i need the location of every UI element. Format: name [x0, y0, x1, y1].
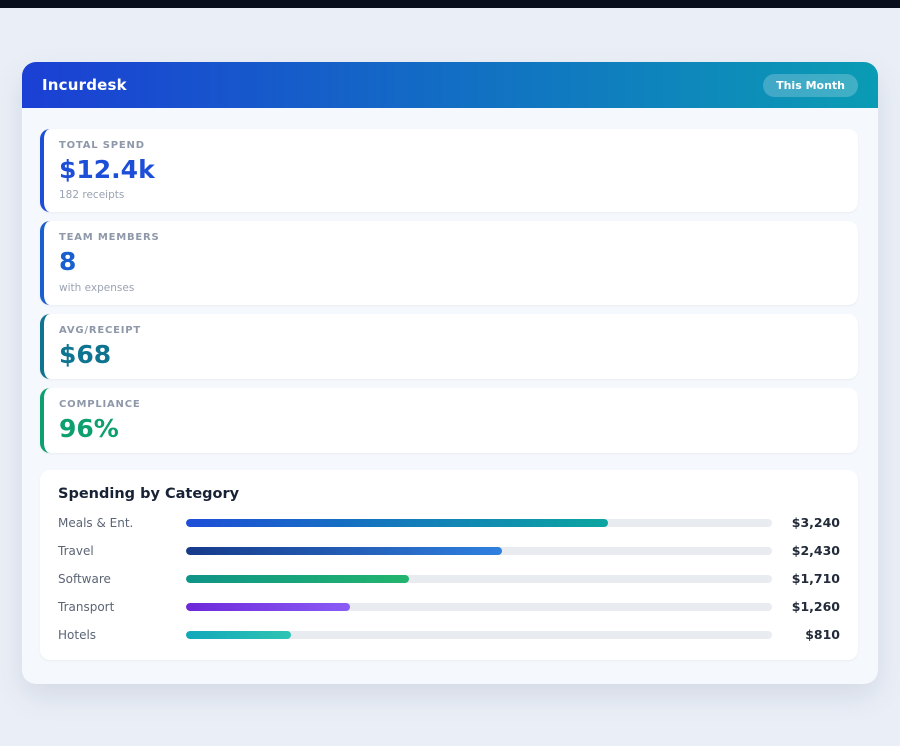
- app-title: Incurdesk: [42, 76, 127, 94]
- stat-value: 96%: [59, 416, 842, 442]
- stat-card-avg-receipt: AVG/RECEIPT $68: [40, 314, 858, 379]
- dashboard-body: TOTAL SPEND $12.4k 182 receipts TEAM MEM…: [22, 108, 878, 680]
- category-label: Travel: [58, 544, 178, 558]
- bar-fill: [186, 603, 350, 611]
- stat-label: TEAM MEMBERS: [59, 232, 842, 243]
- stat-label: AVG/RECEIPT: [59, 325, 842, 336]
- category-value: $2,430: [780, 543, 840, 558]
- stat-sub: with expenses: [59, 282, 842, 294]
- bar-track: [186, 519, 772, 527]
- chart-row: Hotels $810: [58, 627, 840, 642]
- spending-by-category-card: Spending by Category Meals & Ent. $3,240…: [40, 470, 858, 660]
- bar-track: [186, 575, 772, 583]
- bar-track: [186, 603, 772, 611]
- category-label: Software: [58, 572, 178, 586]
- stat-card-total-spend: TOTAL SPEND $12.4k 182 receipts: [40, 129, 858, 212]
- bar-track: [186, 547, 772, 555]
- category-value: $810: [780, 627, 840, 642]
- category-label: Hotels: [58, 628, 178, 642]
- bar-fill: [186, 547, 502, 555]
- stat-label: TOTAL SPEND: [59, 140, 842, 151]
- bar-fill: [186, 631, 291, 639]
- period-badge[interactable]: This Month: [763, 74, 858, 97]
- bar-track: [186, 631, 772, 639]
- category-value: $1,260: [780, 599, 840, 614]
- category-label: Transport: [58, 600, 178, 614]
- category-value: $3,240: [780, 515, 840, 530]
- stat-value: $12.4k: [59, 157, 842, 183]
- chart-title: Spending by Category: [58, 486, 840, 502]
- stat-card-compliance: COMPLIANCE 96%: [40, 388, 858, 453]
- top-strip: [0, 0, 900, 8]
- category-value: $1,710: [780, 571, 840, 586]
- stat-value: 8: [59, 249, 842, 275]
- stat-sub: 182 receipts: [59, 189, 842, 201]
- category-label: Meals & Ent.: [58, 516, 178, 530]
- chart-row: Meals & Ent. $3,240: [58, 515, 840, 530]
- app-header: Incurdesk This Month: [22, 62, 878, 108]
- chart-row: Travel $2,430: [58, 543, 840, 558]
- bar-fill: [186, 575, 409, 583]
- bar-fill: [186, 519, 608, 527]
- stat-card-team-members: TEAM MEMBERS 8 with expenses: [40, 221, 858, 304]
- chart-row: Transport $1,260: [58, 599, 840, 614]
- app-card: Incurdesk This Month TOTAL SPEND $12.4k …: [22, 62, 878, 684]
- stat-value: $68: [59, 342, 842, 368]
- stat-label: COMPLIANCE: [59, 399, 842, 410]
- chart-row: Software $1,710: [58, 571, 840, 586]
